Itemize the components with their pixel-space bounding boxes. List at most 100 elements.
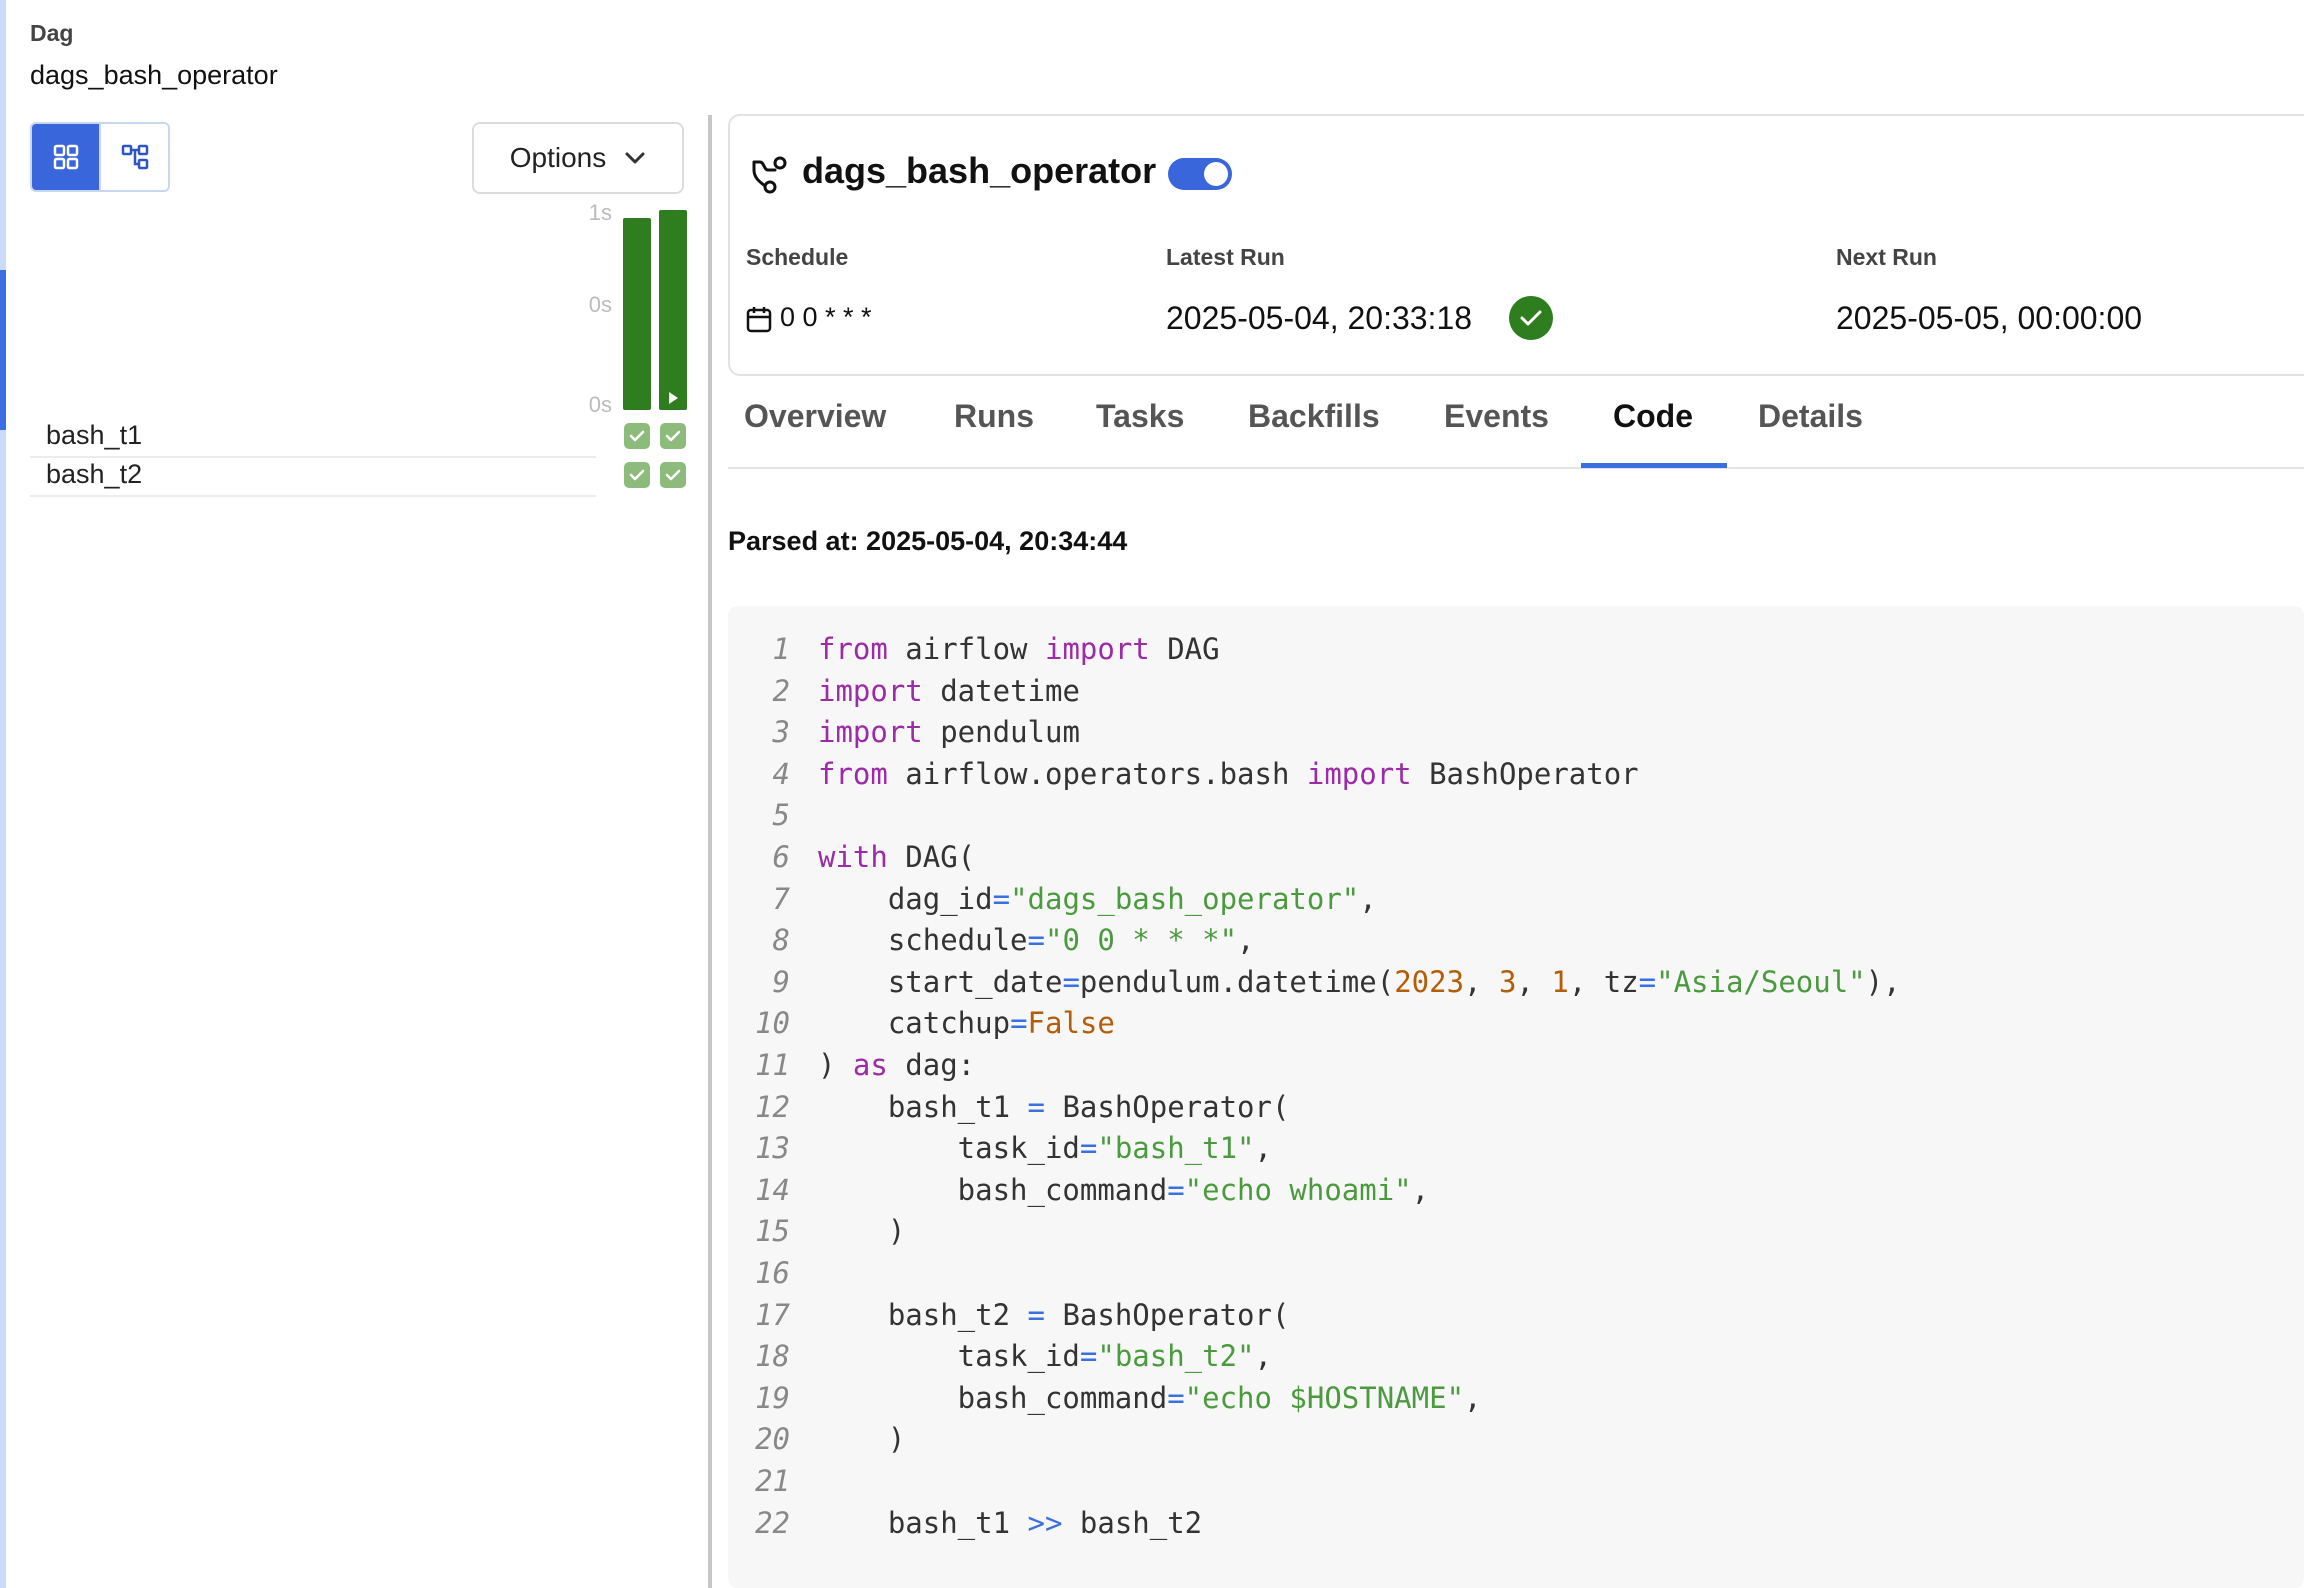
line-number: 20: [755, 1422, 790, 1457]
code-text: dag_id="dags_bash_operator",: [818, 881, 1377, 916]
code-text: catchup=False: [818, 1006, 1115, 1041]
breadcrumb-dag-name[interactable]: dags_bash_operator: [30, 60, 278, 91]
code-text: start_date=pendulum.datetime(2023, 3, 1,…: [818, 964, 1901, 999]
line-number: 3: [772, 715, 790, 750]
line-number: 17: [755, 1297, 790, 1332]
task-row[interactable]: bash_t2: [30, 457, 596, 497]
code-line: 16: [728, 1256, 790, 1298]
line-number: 21: [755, 1464, 790, 1498]
code-text: ): [818, 1214, 906, 1249]
task-name: bash_t1: [46, 420, 143, 450]
code-text: import pendulum: [818, 715, 1080, 750]
code-line: 5: [728, 798, 790, 840]
code-line: 6 with DAG(: [728, 840, 976, 882]
code-line: 14 bash_command="echo whoami",: [728, 1172, 1429, 1215]
code-text: ) as dag:: [818, 1048, 976, 1082]
tab-code[interactable]: Code: [1613, 398, 1693, 435]
code-line: 22 bash_t1 >> bash_t2: [728, 1505, 1202, 1548]
chevron-down-icon: [625, 152, 645, 164]
line-number: 6: [772, 840, 790, 874]
grid-view-button[interactable]: [32, 124, 99, 190]
task-instance-success[interactable]: [660, 462, 686, 488]
line-number: 18: [755, 1339, 790, 1374]
code-line: 9 start_date=pendulum.datetime(2023, 3, …: [728, 964, 1901, 1007]
code-line: 20 ): [728, 1422, 905, 1464]
code-line: 1 from airflow import DAG: [728, 632, 1220, 674]
code-text: bash_command="echo whoami",: [818, 1172, 1430, 1207]
code-text: task_id="bash_t1",: [818, 1131, 1272, 1166]
line-number: 10: [755, 1006, 790, 1041]
code-line: 15 ): [728, 1214, 905, 1256]
check-icon: [665, 469, 681, 481]
code-line: 11 ) as dag:: [728, 1048, 975, 1090]
code-viewer[interactable]: 1 from airflow import DAG 2 import datetime…: [728, 606, 2304, 1588]
line-number: 15: [755, 1214, 790, 1249]
schedule-value: 0 0 * * *: [780, 302, 872, 332]
code-line: 2 import datetime: [728, 673, 1080, 716]
tab-overview[interactable]: Overview: [744, 398, 886, 435]
code-line: 4 from airflow.operators.bash import Bash…: [728, 756, 1639, 799]
options-button[interactable]: Options: [472, 122, 684, 194]
tabs-divider: [728, 467, 2304, 469]
duration-axis-label-top: 1s: [588, 200, 612, 225]
line-number: 12: [755, 1089, 790, 1124]
grid-view-icon: [53, 144, 78, 170]
code-line: 18 task_id="bash_t2",: [728, 1339, 1272, 1381]
code-line: 3 import pendulum: [728, 715, 1080, 757]
dag-title: dags_bash_operator: [802, 150, 1157, 191]
task-instance-success[interactable]: [624, 423, 650, 449]
code-text: with DAG(: [818, 840, 976, 874]
code-line: 7 dag_id="dags_bash_operator",: [728, 882, 1377, 924]
run-duration-bar[interactable]: [623, 218, 651, 410]
code-text: ): [818, 1422, 906, 1457]
check-icon: [665, 430, 681, 442]
tab-backfills[interactable]: Backfills: [1248, 398, 1380, 435]
code-text: bash_t1 >> bash_t2: [818, 1505, 1203, 1540]
run-duration-bar[interactable]: [659, 210, 687, 410]
code-text: from airflow import DAG: [818, 632, 1220, 666]
dag-icon: [752, 156, 787, 194]
duration-axis-label-middle: 0s: [588, 292, 612, 317]
graph-view-icon: [121, 144, 148, 170]
tab-details[interactable]: Details: [1758, 398, 1863, 435]
graph-view-button[interactable]: [99, 124, 168, 190]
code-line: 19 bash_command="echo $HOSTNAME",: [728, 1381, 1481, 1423]
dag-pause-toggle[interactable]: [1168, 158, 1232, 190]
line-number: 13: [755, 1131, 790, 1166]
line-number: 4: [772, 756, 790, 791]
play-icon: [669, 392, 678, 404]
line-number: 9: [772, 964, 790, 999]
code-line: 10 catchup=False: [728, 1006, 1115, 1048]
task-instance-success[interactable]: [624, 462, 650, 488]
task-instance-success[interactable]: [660, 423, 686, 449]
active-tab-indicator: [1581, 463, 1727, 468]
tab-tasks[interactable]: Tasks: [1096, 398, 1184, 435]
view-toggle: [30, 122, 170, 192]
code-text: bash_t2 = BashOperator(: [818, 1297, 1290, 1332]
tab-events[interactable]: Events: [1444, 398, 1549, 435]
line-number: 1: [772, 632, 790, 666]
code-line: 21: [728, 1464, 790, 1506]
tab-runs[interactable]: Runs: [954, 398, 1034, 435]
toggle-knob: [1204, 162, 1228, 186]
line-number: 22: [755, 1505, 790, 1540]
line-number: 2: [772, 673, 790, 708]
success-check-icon: [1509, 296, 1553, 340]
code-line: 12 bash_t1 = BashOperator(: [728, 1089, 1289, 1132]
code-line: 17 bash_t2 = BashOperator(: [728, 1297, 1289, 1340]
line-number: 14: [755, 1172, 790, 1207]
code-text: bash_command="echo $HOSTNAME",: [818, 1380, 1482, 1415]
latest-run-label: Latest Run: [1166, 244, 1285, 270]
latest-run-value[interactable]: 2025-05-04, 20:33:18: [1166, 300, 1472, 337]
left-rail: [0, 0, 6, 1588]
panel-divider[interactable]: [708, 115, 712, 1588]
options-label: Options: [509, 142, 607, 173]
line-number: 11: [755, 1048, 790, 1082]
code-text: task_id="bash_t2",: [818, 1339, 1272, 1374]
breadcrumb-label: Dag: [30, 20, 74, 46]
code-text: schedule="0 0 * * *",: [818, 923, 1255, 958]
task-row[interactable]: bash_t1: [30, 418, 596, 458]
check-icon: [629, 469, 645, 481]
line-number: 8: [772, 923, 790, 958]
schedule-label: Schedule: [746, 244, 849, 270]
